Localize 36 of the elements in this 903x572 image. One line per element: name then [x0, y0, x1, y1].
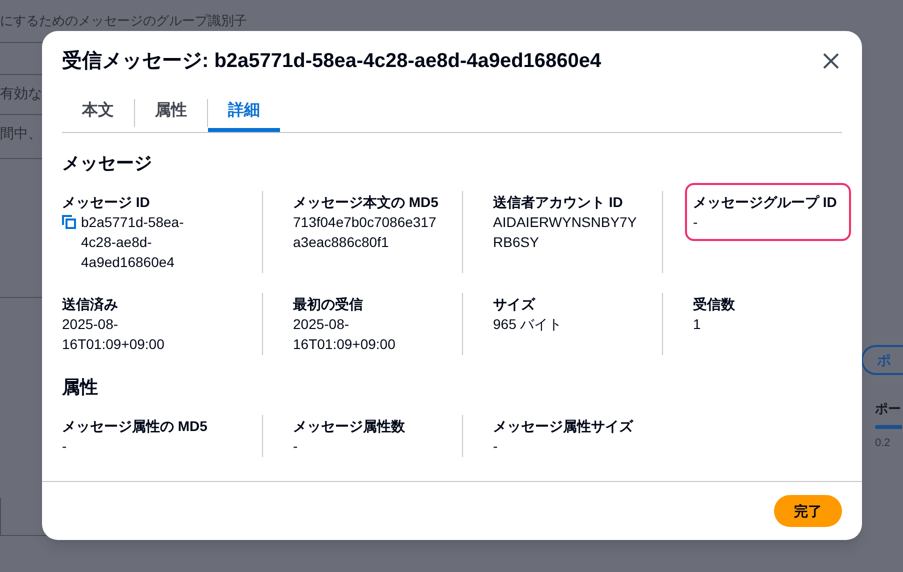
field-value: AIDAIERWYNSNBY7YRB6SY: [493, 213, 638, 252]
field-value: 965 バイト: [493, 315, 562, 334]
tab[interactable]: 本文: [62, 94, 134, 132]
field-value: 2025-08-16T01:09+09:00: [293, 315, 396, 354]
close-icon: [822, 52, 840, 70]
field-label: メッセージ本文の MD5: [293, 193, 440, 212]
field-label: メッセージ属性数: [293, 417, 406, 436]
copy-icon[interactable]: [62, 215, 76, 229]
field-label: メッセージ ID: [62, 193, 151, 212]
background-text: 0.2: [875, 436, 890, 450]
field-value: b2a5771d-58ea-4c28-ae8d-4a9ed16860e4: [81, 213, 185, 272]
field-value: -: [693, 213, 698, 232]
field-label: メッセージ属性サイズ: [493, 417, 634, 436]
section-heading: 属性: [62, 376, 99, 399]
field-value: -: [493, 437, 498, 456]
section-heading: メッセージ: [62, 152, 153, 175]
background-heading: ポー: [875, 400, 901, 418]
field-label: 受信数: [693, 295, 736, 314]
tab[interactable]: 詳細: [208, 94, 280, 132]
background-text: にするためのメッセージのグループ識別子: [0, 13, 248, 29]
field-label: サイズ: [493, 295, 536, 314]
field-value: 2025-08-16T01:09+09:00: [62, 315, 166, 354]
field-value: -: [62, 437, 67, 456]
background-text: 間中、: [0, 124, 43, 143]
field-label: メッセージグループ ID: [693, 193, 838, 212]
dialog-title: 受信メッセージ: b2a5771d-58ea-4c28-ae8d-4a9ed16860e4: [62, 49, 602, 74]
field-label: 送信済み: [62, 295, 119, 314]
background-text: 有効な: [0, 84, 43, 103]
field-value: 1: [693, 315, 701, 334]
field-label: 送信者アカウント ID: [493, 193, 624, 212]
tab[interactable]: 属性: [135, 94, 207, 132]
field-value: -: [293, 437, 298, 456]
done-button[interactable]: 完了: [774, 495, 842, 527]
field-value: 713f04e7b0c7086e317a3eac886c80f1: [293, 213, 438, 252]
field-label: メッセージ属性の MD5: [62, 417, 208, 436]
field-label: 最初の受信: [293, 295, 364, 314]
